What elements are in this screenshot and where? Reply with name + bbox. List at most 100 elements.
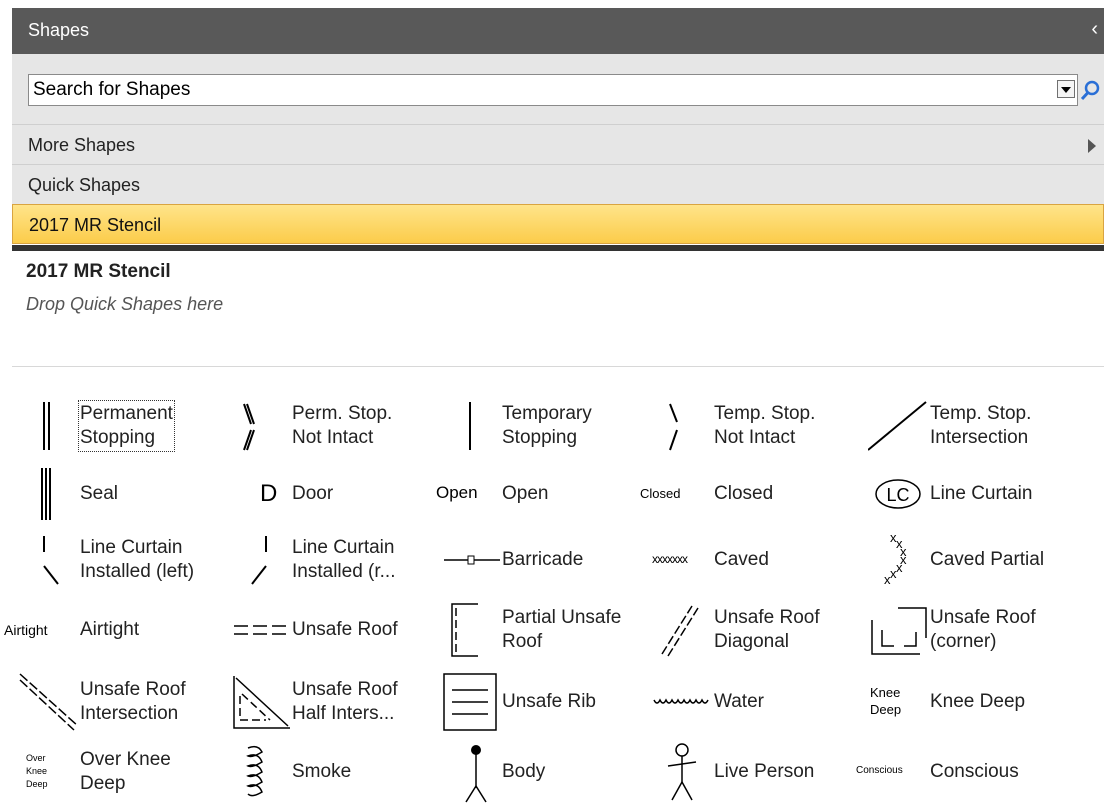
shape-item[interactable]: Smoke	[230, 740, 440, 804]
shape-item[interactable]: Unsafe Roof	[230, 598, 440, 662]
shape-item[interactable]: Permanent Stopping	[18, 394, 228, 458]
divider	[12, 366, 1104, 367]
perm-stop-not-intact-icon	[230, 394, 292, 458]
section-separator	[12, 245, 1104, 251]
search-input[interactable]	[29, 75, 1043, 105]
seal-icon	[18, 462, 80, 526]
shape-item[interactable]: Line Curtain Installed (left)	[18, 528, 228, 592]
quick-shapes-label: Quick Shapes	[28, 175, 141, 195]
shape-item[interactable]: D Door	[230, 462, 440, 526]
shape-label: Live Person	[714, 761, 815, 782]
shape-label: Barricade	[502, 549, 584, 570]
panel-title: Shapes	[28, 20, 90, 40]
shape-item[interactable]: Water	[652, 670, 862, 734]
search-row	[12, 54, 1104, 124]
shape-label: Temporary Stopping	[502, 403, 592, 448]
shape-item[interactable]: Closed Closed	[640, 462, 862, 526]
shape-item[interactable]: Body	[440, 740, 650, 804]
shape-item[interactable]: Live Person	[652, 740, 862, 804]
shape-label: Temp. Stop. Intersection	[930, 403, 1032, 448]
shape-label: Unsafe Rib	[502, 691, 596, 712]
shape-label: Water	[714, 691, 764, 712]
shape-item[interactable]: LC Line Curtain	[868, 462, 1078, 526]
svg-text:x: x	[884, 572, 891, 587]
shape-item[interactable]: Conscious Conscious	[856, 740, 1078, 804]
shape-label: Open	[502, 483, 549, 504]
knee-deep-icon: Knee Deep	[870, 685, 902, 717]
quick-shapes-drop-hint: Drop Quick Shapes here	[26, 294, 224, 314]
shape-label: Over Knee Deep	[80, 749, 171, 794]
shape-item[interactable]: Partial Unsafe Roof	[440, 598, 650, 662]
closed-icon: Closed	[640, 486, 681, 501]
search-dropdown-button[interactable]	[1057, 80, 1075, 98]
body-icon	[440, 740, 502, 804]
shape-item[interactable]: Over Knee Deep Over Knee Deep	[18, 740, 228, 804]
shape-item[interactable]: Open Open	[436, 462, 650, 526]
shape-label: Permanent Stopping	[78, 400, 175, 452]
over-knee-deep-icon: Over Knee Deep	[26, 753, 48, 789]
shape-item[interactable]: Unsafe Roof Diagonal	[652, 598, 862, 662]
shape-label: Conscious	[930, 761, 1019, 782]
unsafe-rib-icon	[440, 670, 502, 734]
quick-shapes-header[interactable]: Quick Shapes	[12, 164, 1104, 204]
airtight-icon: Airtight	[4, 622, 48, 638]
shape-item[interactable]: Knee Deep Knee Deep	[868, 670, 1078, 734]
shape-item[interactable]: Unsafe Roof (corner)	[868, 598, 1078, 662]
unsafe-roof-corner-icon	[868, 598, 930, 662]
collapse-panel-icon[interactable]: ‹	[1091, 18, 1098, 41]
shape-label: Caved Partial	[930, 549, 1045, 570]
shape-item[interactable]: Temp. Stop. Intersection	[867, 394, 1078, 458]
more-shapes-label: More Shapes	[28, 135, 136, 155]
smoke-icon	[230, 740, 292, 804]
shape-label: Unsafe Roof Intersection	[80, 679, 186, 724]
permanent-stopping-icon	[18, 394, 80, 458]
unsafe-roof-intersection-icon	[18, 670, 80, 734]
shape-item[interactable]: Perm. Stop. Not Intact	[230, 394, 440, 458]
open-icon: Open	[436, 483, 478, 502]
stencil-header-label: 2017 MR Stencil	[29, 215, 162, 235]
shape-item[interactable]: Temporary Stopping	[440, 394, 650, 458]
shape-item[interactable]: xxxxxxx Caved	[652, 528, 862, 592]
shape-item[interactable]: Line Curtain Installed (r...	[230, 528, 440, 592]
temporary-stopping-icon	[440, 394, 502, 458]
shape-item[interactable]: x x x x x x x Caved Partial	[868, 528, 1078, 592]
line-curtain-icon: LC	[868, 462, 930, 526]
search-icon[interactable]	[1078, 78, 1102, 104]
shape-label: Unsafe Roof Half Inters...	[292, 679, 398, 724]
unsafe-roof-half-intersection-icon	[230, 670, 292, 734]
shape-item[interactable]: Temp. Stop. Not Intact	[652, 394, 862, 458]
shape-item[interactable]: Unsafe Roof Intersection	[18, 670, 228, 734]
search-box	[28, 74, 1078, 106]
stencil-header-2017-mr[interactable]: 2017 MR Stencil	[12, 204, 1104, 244]
shape-item[interactable]: Unsafe Roof Half Inters...	[230, 670, 440, 734]
shape-label: Seal	[80, 483, 119, 504]
shape-item[interactable]: Airtight Airtight	[4, 598, 228, 662]
door-icon: D	[260, 480, 278, 507]
shape-label: Temp. Stop. Not Intact	[714, 403, 816, 448]
svg-text:x: x	[890, 566, 897, 581]
shape-label: Line Curtain	[930, 483, 1033, 504]
shape-label: Line Curtain Installed (left)	[80, 537, 195, 582]
shape-item[interactable]: Unsafe Rib	[440, 670, 650, 734]
shape-label: Partial Unsafe Roof	[502, 607, 622, 652]
more-shapes-header[interactable]: More Shapes	[12, 124, 1104, 164]
shape-label: Unsafe Roof	[292, 619, 398, 640]
shape-label: Closed	[714, 483, 774, 504]
caved-partial-icon: xxxxxxx	[868, 528, 930, 592]
shape-item[interactable]: Barricade	[440, 528, 650, 592]
unsafe-roof-icon	[230, 598, 292, 662]
shape-label: Airtight	[80, 619, 140, 640]
water-icon	[652, 670, 714, 734]
stencil-title: 2017 MR Stencil	[26, 261, 171, 282]
shape-label: Perm. Stop. Not Intact	[292, 403, 393, 448]
unsafe-roof-diagonal-icon	[652, 598, 714, 662]
shape-item[interactable]: Seal	[18, 462, 228, 526]
conscious-icon: Conscious	[856, 765, 903, 776]
shape-label: Body	[502, 761, 546, 782]
shape-label: Door	[292, 483, 334, 504]
shape-label: Caved	[714, 549, 769, 570]
temp-stop-intersection-icon	[867, 394, 930, 458]
temp-stop-not-intact-icon	[652, 394, 714, 458]
shape-label: Unsafe Roof (corner)	[930, 607, 1036, 652]
shape-label: Line Curtain Installed (r...	[292, 537, 396, 582]
